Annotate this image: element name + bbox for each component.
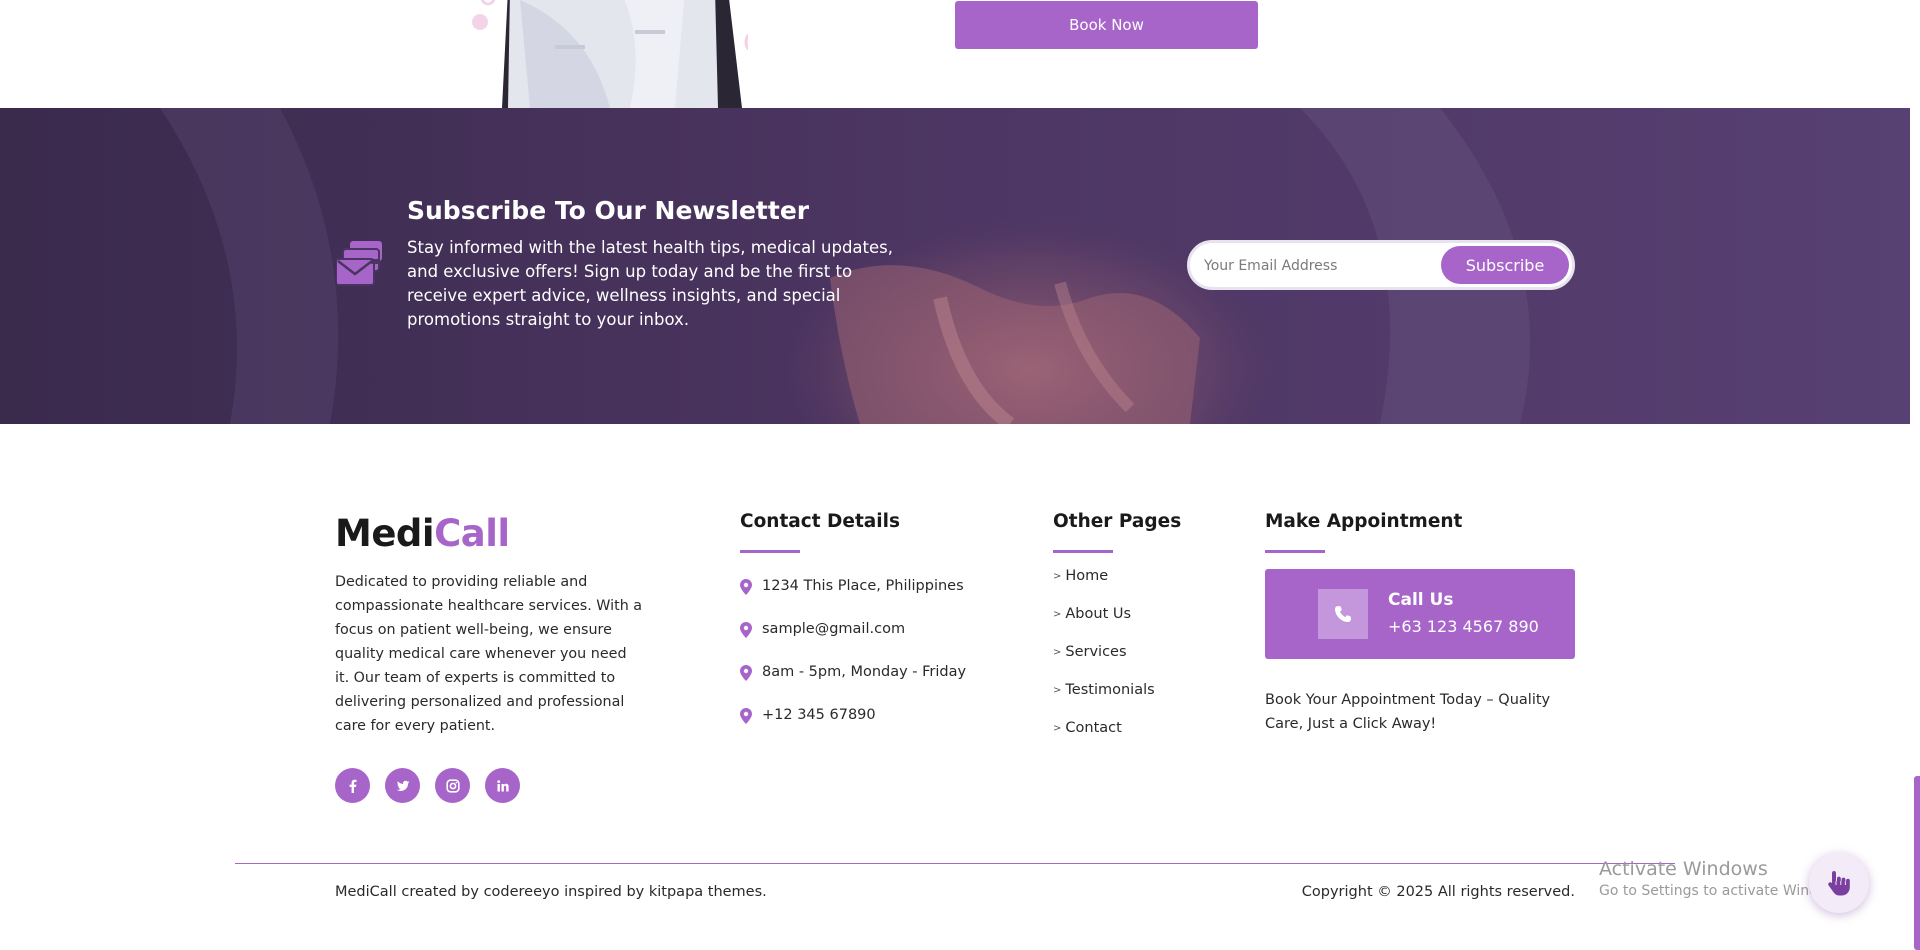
- newsletter-form: Subscribe: [1187, 240, 1575, 290]
- instagram-icon: [445, 778, 460, 793]
- contact-email-text: sample@gmail.com: [762, 621, 906, 637]
- newsletter-title: Subscribe To Our Newsletter: [407, 196, 810, 225]
- social-links: [335, 768, 520, 803]
- contact-email[interactable]: sample@gmail.com: [740, 621, 966, 664]
- page-link-label: Contact: [1065, 720, 1122, 736]
- book-now-button[interactable]: Book Now: [955, 1, 1258, 49]
- doctor-image: [472, 0, 748, 108]
- other-pages-title-underline: [1053, 550, 1113, 553]
- newsletter-background-image: [0, 108, 1910, 424]
- contact-title-underline: [740, 550, 800, 553]
- page-link-label: About Us: [1065, 606, 1132, 622]
- contact-hours-text: 8am - 5pm, Monday - Friday: [762, 664, 967, 680]
- footer-divider: [235, 863, 1675, 864]
- contact-address: 1234 This Place, Philippines: [740, 578, 966, 621]
- email-input[interactable]: [1204, 253, 1434, 279]
- call-us-title: Call Us: [1388, 590, 1454, 610]
- about-text: Dedicated to providing reliable and comp…: [335, 574, 643, 734]
- hand-pointer-button[interactable]: [1809, 853, 1869, 913]
- appointment-title-underline: [1265, 550, 1325, 553]
- brand-part-1: Medi: [335, 512, 435, 555]
- page-link-contact[interactable]: > Contact: [1053, 720, 1155, 758]
- twitter-icon: [396, 780, 409, 791]
- other-pages-title: Other Pages: [1053, 511, 1182, 532]
- other-pages-list: > Home > About Us > Services > Testimonials …: [1053, 568, 1155, 758]
- facebook-link[interactable]: [335, 768, 370, 803]
- call-us-card[interactable]: Call Us +63 123 4567 890: [1265, 569, 1575, 659]
- location-pin-icon: [740, 708, 752, 724]
- subscribe-button[interactable]: Subscribe: [1441, 246, 1569, 284]
- brand-part-2: Call: [434, 512, 510, 555]
- page-link-testimonials[interactable]: > Testimonials: [1053, 682, 1155, 720]
- appointment-title: Make Appointment: [1265, 511, 1463, 532]
- instagram-link[interactable]: [435, 768, 470, 803]
- location-pin-icon: [740, 579, 752, 595]
- contact-title: Contact Details: [740, 511, 900, 532]
- newsletter-section: Subscribe To Our Newsletter Stay informe…: [0, 108, 1910, 424]
- contact-hours: 8am - 5pm, Monday - Friday: [740, 664, 966, 707]
- facebook-icon: [349, 779, 356, 793]
- chevron-right-icon: >: [1053, 647, 1062, 658]
- newsletter-description: Stay informed with the latest health tip…: [407, 238, 894, 329]
- contact-phone[interactable]: +12 345 67890: [740, 707, 966, 750]
- contact-phone-text: +12 345 67890: [762, 707, 876, 723]
- chevron-right-icon: >: [1053, 723, 1062, 734]
- page-link-about-us[interactable]: > About Us: [1053, 606, 1155, 644]
- twitter-link[interactable]: [385, 768, 420, 803]
- chevron-right-icon: >: [1053, 685, 1062, 696]
- hero-section: Book Now: [0, 0, 1920, 108]
- page-link-label: Services: [1065, 644, 1127, 660]
- call-us-number: +63 123 4567 890: [1388, 617, 1539, 636]
- chevron-right-icon: >: [1053, 571, 1062, 582]
- call-icon-box: [1318, 589, 1368, 639]
- hand-pointer-icon: [1828, 871, 1850, 896]
- page-scrollbar[interactable]: [1914, 776, 1920, 950]
- page-link-services[interactable]: > Services: [1053, 644, 1155, 682]
- linkedin-link[interactable]: [485, 768, 520, 803]
- chevron-right-icon: >: [1053, 609, 1062, 620]
- mail-stack-icon: [336, 241, 382, 286]
- footer-credits: MediCall created by codereeyo inspired b…: [335, 884, 767, 900]
- location-pin-icon: [740, 622, 752, 638]
- phone-icon: [1335, 606, 1351, 622]
- appointment-text: Book Your Appointment Today – Quality Ca…: [1265, 692, 1551, 732]
- linkedin-icon: [496, 779, 509, 791]
- contact-address-text: 1234 This Place, Philippines: [762, 578, 964, 594]
- page-link-label: Testimonials: [1065, 682, 1155, 698]
- footer-copyright: Copyright © 2025 All rights reserved.: [1301, 884, 1575, 900]
- contact-list: 1234 This Place, Philippines sample@gmai…: [740, 578, 966, 750]
- brand-logo[interactable]: MediCall: [335, 512, 510, 555]
- location-pin-icon: [740, 665, 752, 681]
- page-link-label: Home: [1065, 568, 1109, 584]
- page-link-home[interactable]: > Home: [1053, 568, 1155, 606]
